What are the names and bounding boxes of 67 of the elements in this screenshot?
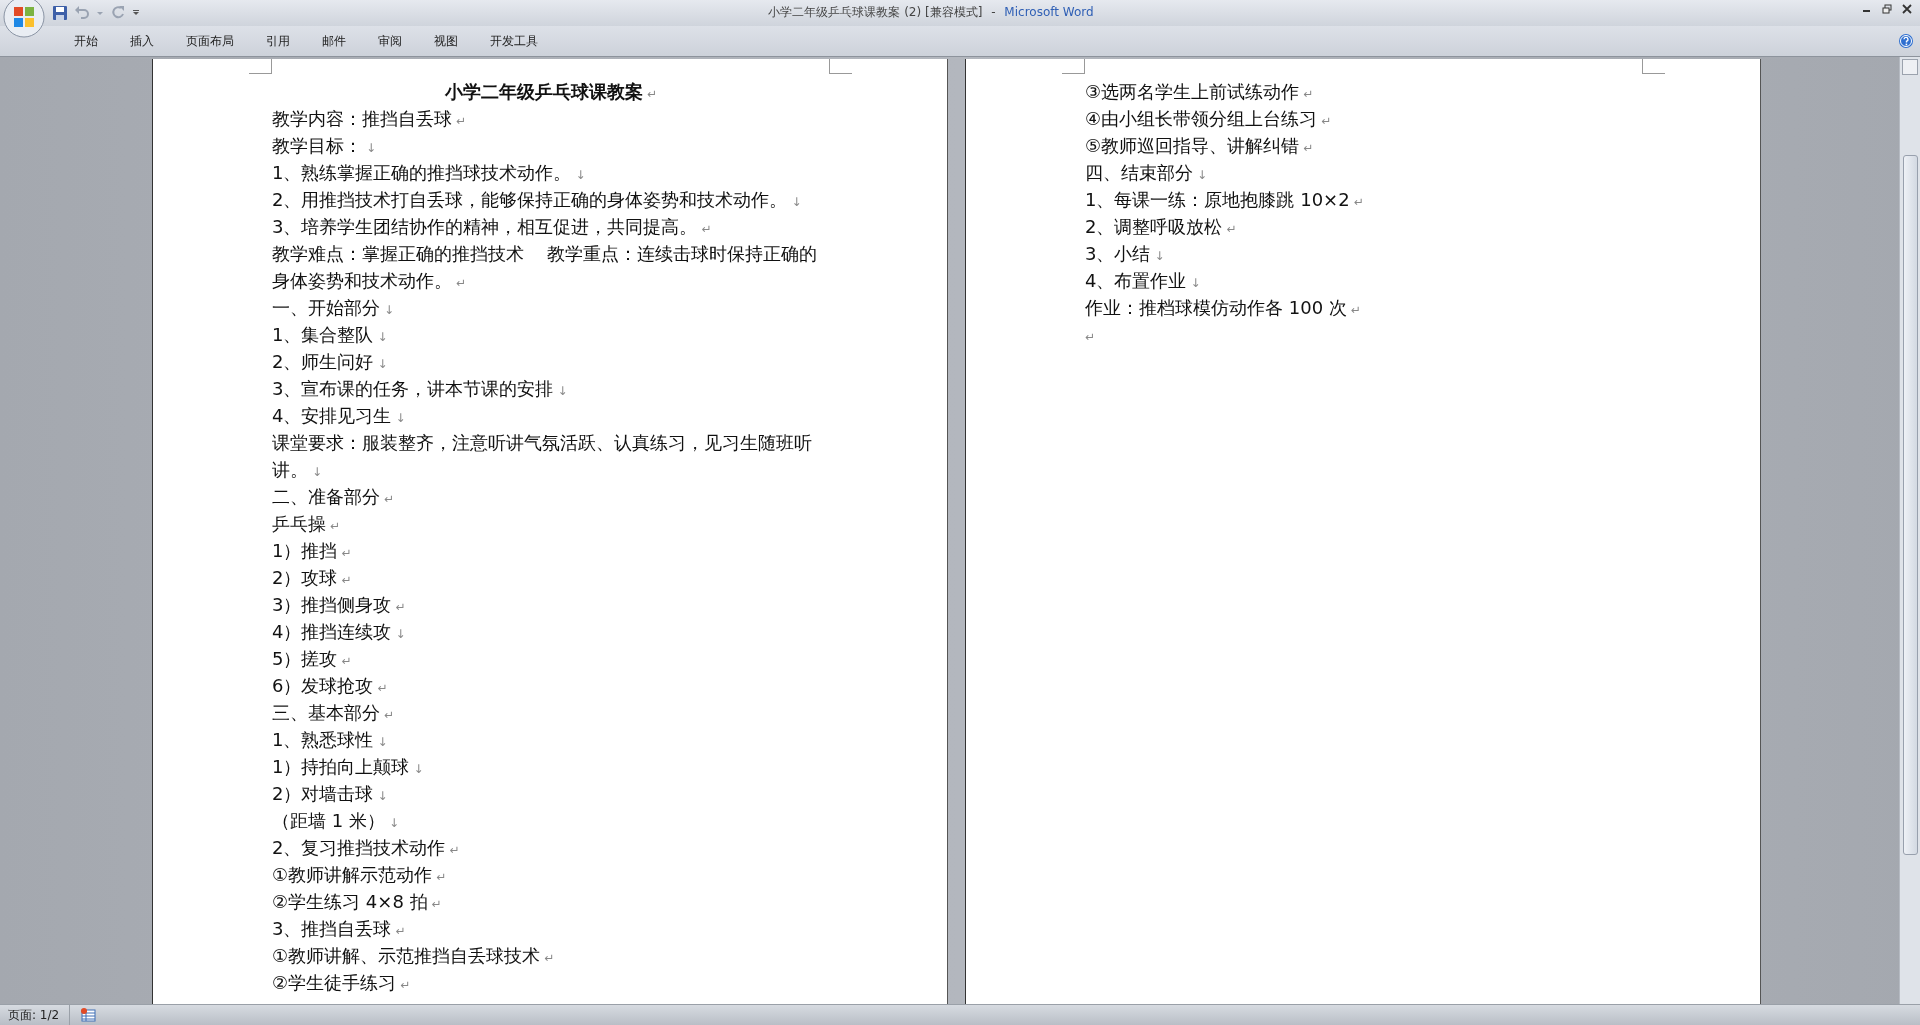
customize-caret-icon[interactable] xyxy=(132,9,140,17)
paragraph-text: 4、安排见习生 ↓ xyxy=(272,405,406,426)
close-icon[interactable] xyxy=(1902,4,1912,14)
ribbon-tab[interactable]: 开发工具 xyxy=(474,29,554,53)
paragraph-text: 三、基本部分 ↵ xyxy=(272,702,395,723)
paragraph-text: 四、结束部分 ↓ xyxy=(1085,162,1208,183)
scroll-thumb[interactable] xyxy=(1902,155,1918,855)
paragraph-text: 2）对墙击球 ↓ xyxy=(272,783,388,804)
help-icon[interactable] xyxy=(1898,33,1914,49)
paragraph-text: 2、师生问好 ↓ xyxy=(272,351,388,372)
paragraph-text: 2、复习推挡技术动作 ↵ xyxy=(272,837,460,858)
paragraph-text: 3、宣布课的任务，讲本节课的安排 ↓ xyxy=(272,378,568,399)
paragraph-text: 6）发球抢攻 ↵ xyxy=(272,675,388,696)
paragraph-text: 5）搓攻 ↵ xyxy=(272,648,352,669)
paragraph-text: 2）攻球 ↵ xyxy=(272,567,352,588)
save-icon[interactable] xyxy=(52,5,68,21)
paragraph-text: 教学目标： ↓ xyxy=(272,135,377,156)
paragraph-text: ③选两名学生上前试练动作 ↵ xyxy=(1085,81,1314,102)
paragraph-text: 1、熟悉球性 ↓ xyxy=(272,729,388,750)
paragraph-text: 3）推挡侧身攻 ↵ xyxy=(272,594,406,615)
restore-icon[interactable] xyxy=(1882,4,1892,14)
paragraph-text: 1、每课一练：原地抱膝跳 10×2 ↵ xyxy=(1085,189,1364,210)
scroll-up-button[interactable] xyxy=(1902,59,1918,75)
paragraph-text: ②学生徒手练习 ↵ xyxy=(272,972,411,993)
ribbon-tab[interactable]: 插入 xyxy=(114,29,170,53)
ribbon-tab[interactable]: 引用 xyxy=(250,29,306,53)
page-count[interactable]: 页面: 1/2 xyxy=(0,1005,71,1025)
paragraph-text: 一、开始部分 ↓ xyxy=(272,297,395,318)
ribbon-tab[interactable]: 邮件 xyxy=(306,29,362,53)
paragraph-text: 课堂要求：服装整齐，注意听讲气氛活跃、认真练习，见习生随班听讲。 ↓ xyxy=(272,432,812,480)
vertical-scrollbar[interactable] xyxy=(1899,57,1920,1004)
paragraph-text: 1）持拍向上颠球 ↓ xyxy=(272,756,424,777)
paragraph-text: （距墙 1 米） ↓ xyxy=(272,810,399,831)
margin-corner-mark xyxy=(829,59,852,74)
paragraph-text: 乒乓操 ↵ xyxy=(272,513,341,534)
paragraph-text: 2、调整呼吸放松 ↵ xyxy=(1085,216,1237,237)
paragraph-text: ②学生练习 4×8 拍 ↵ xyxy=(272,891,442,912)
paragraph-text: ④由小组长带领分组上台练习 ↵ xyxy=(1085,108,1332,129)
table-icon[interactable] xyxy=(80,1007,97,1023)
margin-corner-mark xyxy=(1642,59,1665,74)
app-name: Microsoft Word xyxy=(1004,5,1094,19)
ribbon-tab[interactable]: 视图 xyxy=(418,29,474,53)
paragraph-text: 作业：推档球模仿动作各 100 次 ↵ xyxy=(1085,297,1361,318)
paragraph-text: ⑤教师巡回指导、讲解纠错 ↵ xyxy=(1085,135,1314,156)
document-heading: 小学二年级乒乓球课教案 ↵ xyxy=(444,81,658,102)
ribbon-tab[interactable]: 审阅 xyxy=(362,29,418,53)
paragraph-text: 1、熟练掌握正确的推挡球技术动作。 ↓ xyxy=(272,162,586,183)
margin-corner-mark xyxy=(249,59,272,74)
paragraph-text: 3、小结 ↓ xyxy=(1085,243,1165,264)
paragraph-text: 教学内容：推挡自丢球 ↵ xyxy=(272,108,467,129)
ribbon-tab[interactable]: 开始 xyxy=(58,29,114,53)
paragraph-text: 3、培养学生团结协作的精神，相互促进，共同提高。 ↵ xyxy=(272,216,712,237)
paragraph-text: 3、推挡自丢球 ↵ xyxy=(272,918,406,939)
paragraph-text: 1）推挡 ↵ xyxy=(272,540,352,561)
paragraph-text: 4）推挡连续攻 ↓ xyxy=(272,621,406,642)
paragraph-text: 二、准备部分 ↵ xyxy=(272,486,395,507)
margin-corner-mark xyxy=(1062,59,1085,74)
paragraph-text: 4、布置作业 ↓ xyxy=(1085,270,1201,291)
paragraph-text: 2、用推挡技术打自丢球，能够保持正确的身体姿势和技术动作。 ↓ xyxy=(272,189,802,210)
title-separator: - xyxy=(991,5,996,19)
paragraph-text: ①教师讲解示范动作 ↵ xyxy=(272,864,447,885)
paragraph-text: 教学难点：掌握正确的推挡技术 教学重点：连续击球时保持正确的身体姿势和技术动作。 ↵ xyxy=(272,243,817,291)
paragraph-mark: ↵ xyxy=(1085,330,1096,344)
document-title: 小学二年级乒乓球课教案 (2) [兼容模式] xyxy=(768,5,983,19)
paragraph-text: 1、集合整队 ↓ xyxy=(272,324,388,345)
ribbon-tab[interactable]: 页面布局 xyxy=(170,29,250,53)
paragraph-text: ①教师讲解、示范推挡自丢球技术 ↵ xyxy=(272,945,555,966)
